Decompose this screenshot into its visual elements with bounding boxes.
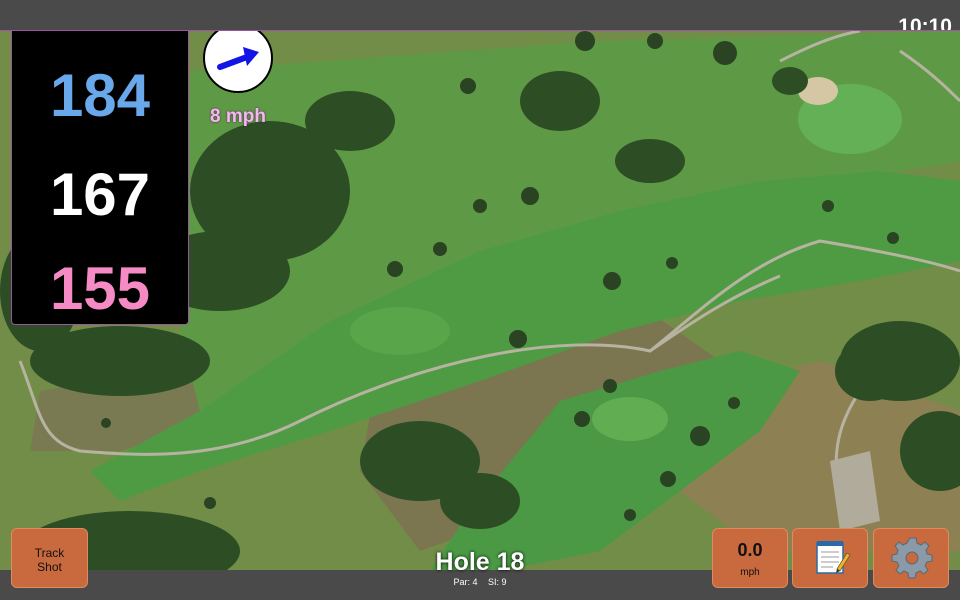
track-shot-button[interactable]: Track Shot xyxy=(11,528,88,588)
scorecard-notes-button[interactable] xyxy=(792,528,868,588)
wind-compass xyxy=(203,31,273,93)
distance-center: 167 xyxy=(49,161,151,228)
speed-unit: mph xyxy=(740,567,760,578)
hole-info: Par: 4 SI: 9 xyxy=(380,577,580,587)
hole-stroke-index: SI: 9 xyxy=(488,577,507,587)
track-shot-label: Track Shot xyxy=(34,546,65,574)
distance-front: 155 xyxy=(49,255,151,322)
hole-title: Hole 18 xyxy=(435,548,525,576)
notepad-icon xyxy=(816,541,851,574)
distance-panel: 184 167 155 xyxy=(11,31,189,325)
wind-arrow-icon xyxy=(217,47,259,70)
status-bar: 10:10 xyxy=(0,0,960,38)
gear-icon xyxy=(891,537,933,579)
course-satellite-map[interactable]: 184 167 155 8 mph xyxy=(0,30,960,571)
distance-back: 184 xyxy=(49,62,151,129)
settings-button[interactable] xyxy=(873,528,949,588)
wind-speed: 8 mph xyxy=(210,106,266,127)
speed-value: 0.0 xyxy=(737,540,763,560)
hole-par: Par: 4 xyxy=(453,577,478,587)
speed-button[interactable]: 0.0 mph xyxy=(712,528,788,588)
